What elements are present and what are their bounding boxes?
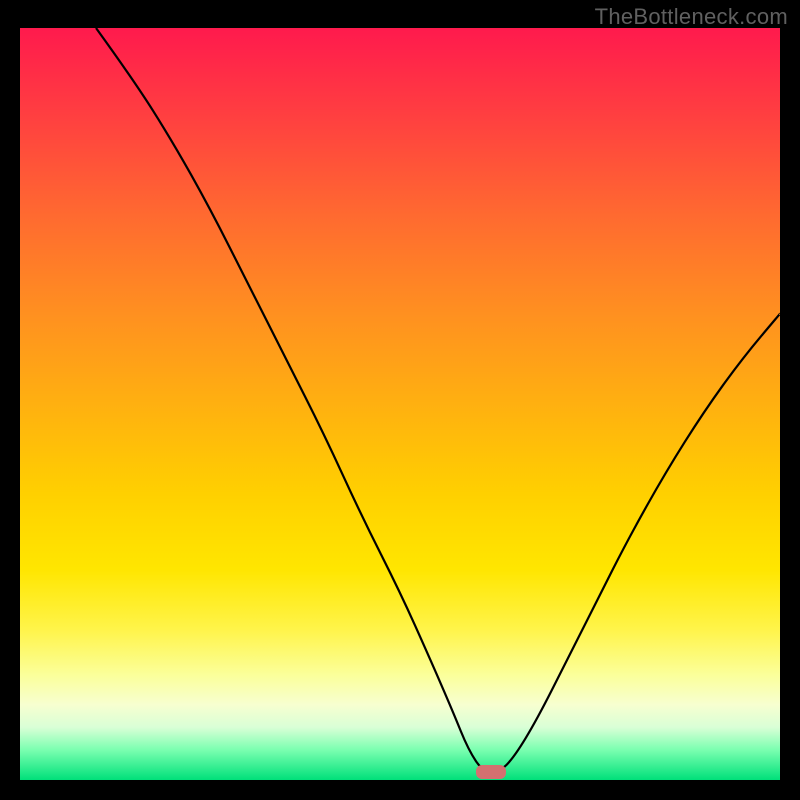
watermark-text: TheBottleneck.com (595, 4, 788, 30)
plot-area (20, 28, 780, 780)
curve-svg (20, 28, 780, 780)
bottleneck-curve (96, 28, 780, 773)
optimal-point-marker (476, 765, 506, 779)
chart-frame: TheBottleneck.com (0, 0, 800, 800)
